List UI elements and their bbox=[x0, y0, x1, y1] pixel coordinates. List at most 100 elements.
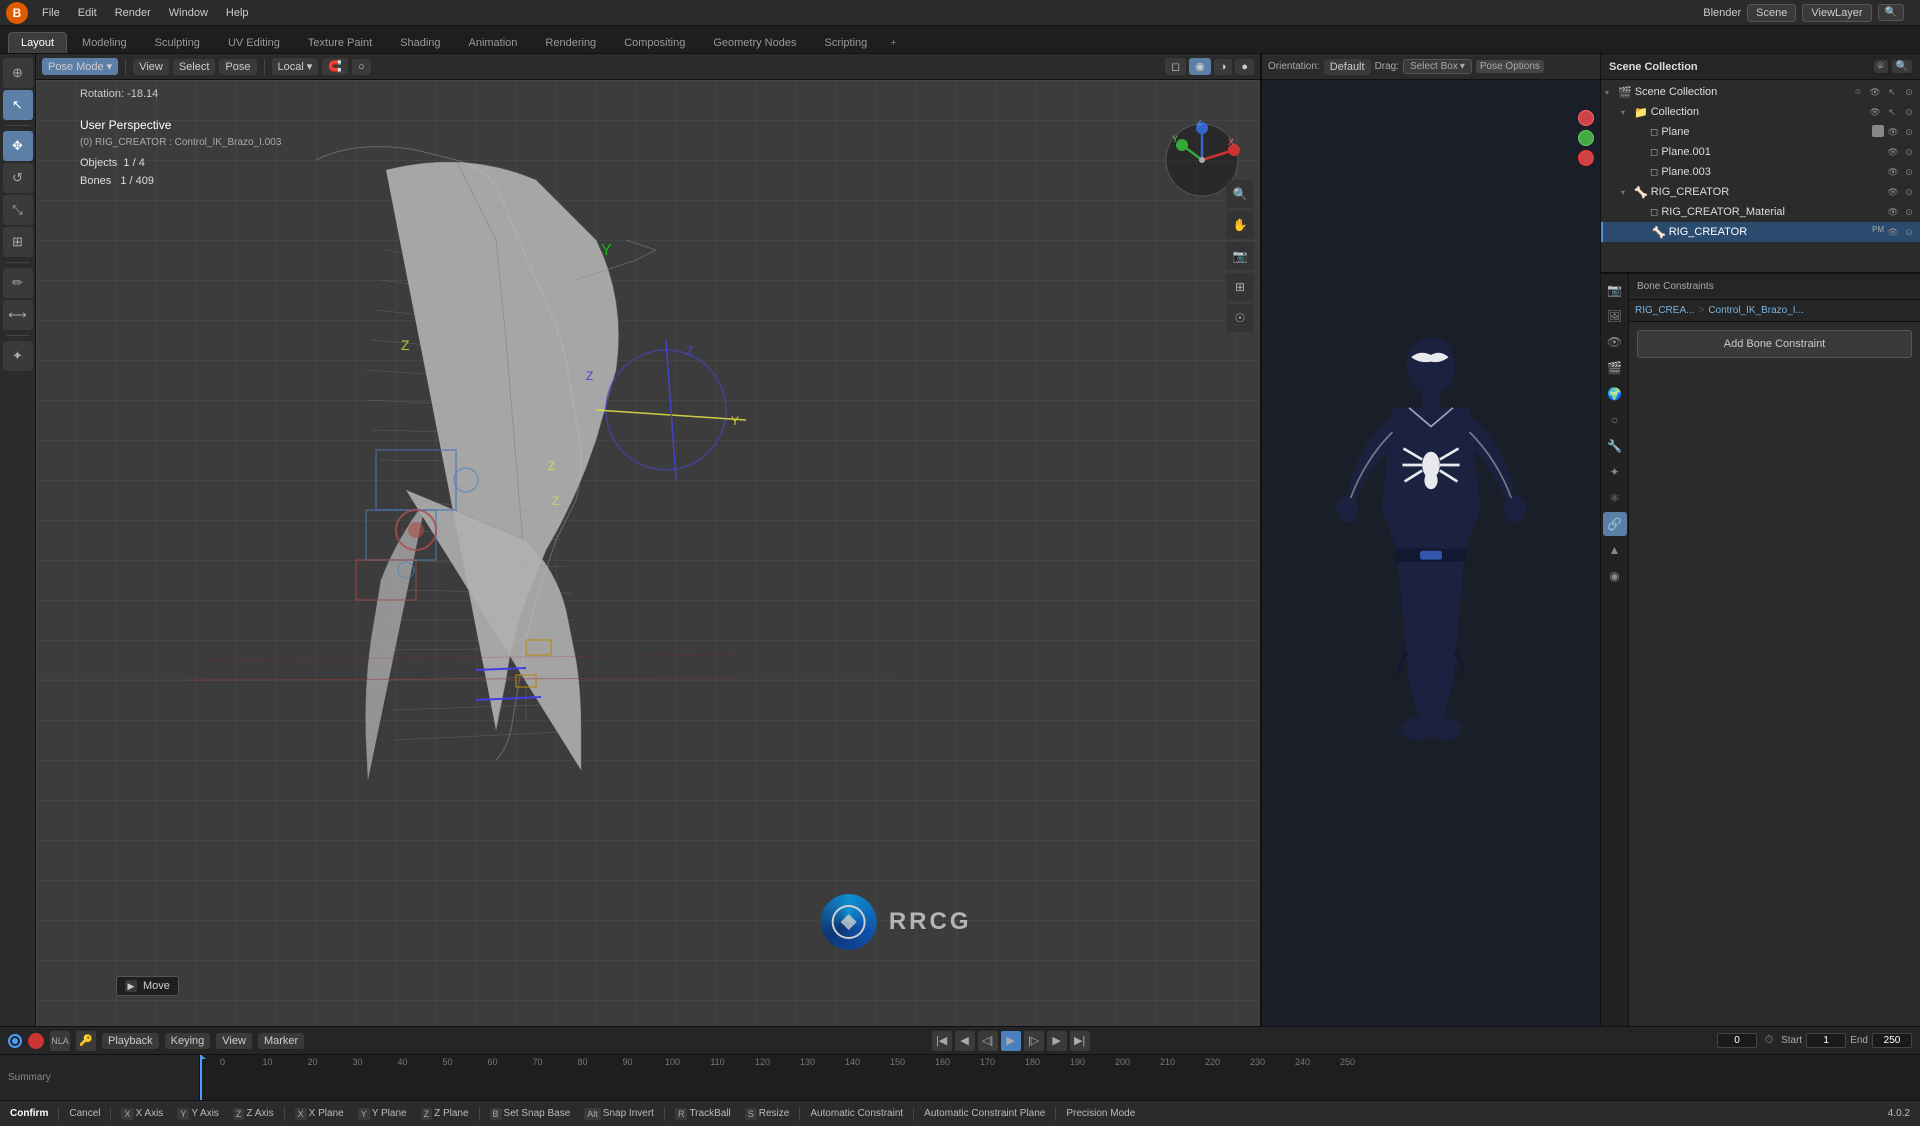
ps-view-icon[interactable]: 👁 bbox=[1603, 330, 1627, 354]
color-dot-green[interactable] bbox=[1578, 130, 1594, 146]
oi-active-eye[interactable]: 👁 bbox=[1886, 225, 1900, 239]
ps-object-icon[interactable]: ○ bbox=[1603, 408, 1627, 432]
tab-compositing[interactable]: Compositing bbox=[611, 32, 698, 53]
transform-tool[interactable]: ⊞ bbox=[3, 227, 33, 257]
oi-rigmat-eye[interactable]: 👁 bbox=[1886, 205, 1900, 219]
sc-item-plane001[interactable]: ▶ ◻ Plane.001 👁 ⊙ bbox=[1601, 142, 1920, 162]
main-viewport[interactable]: Pose Mode ▾ View Select Pose Local ▾ 🧲 ○… bbox=[36, 54, 1260, 1026]
orientation-btn[interactable]: Default bbox=[1324, 59, 1371, 75]
tab-animation[interactable]: Animation bbox=[456, 32, 531, 53]
ortho-btn[interactable]: ⊞ bbox=[1226, 273, 1254, 301]
ps-data-icon[interactable]: ▲ bbox=[1603, 538, 1627, 562]
select-tool[interactable]: ↖ bbox=[3, 90, 33, 120]
add-bone-constraint-btn[interactable]: Add Bone Constraint bbox=[1637, 330, 1912, 358]
menu-window[interactable]: Window bbox=[161, 5, 216, 21]
ps-material-icon[interactable]: ◉ bbox=[1603, 564, 1627, 588]
auto-constraint-item[interactable]: Automatic Constraint bbox=[806, 1107, 907, 1120]
oi-c-eye[interactable]: 👁 bbox=[1868, 105, 1882, 119]
outliner-search[interactable]: 🔍 bbox=[1892, 60, 1912, 73]
tab-layout[interactable]: Layout bbox=[8, 32, 67, 53]
select-menu[interactable]: Select bbox=[173, 59, 216, 75]
add-workspace-tab[interactable]: + bbox=[882, 33, 904, 53]
sc-item-collection[interactable]: ▾ 📁 Collection 👁 ↖ ⊙ bbox=[1601, 102, 1920, 122]
ps-world-icon[interactable]: 🌍 bbox=[1603, 382, 1627, 406]
oi-hide[interactable]: ⊙ bbox=[1902, 85, 1916, 99]
x-plane-item[interactable]: X X Plane bbox=[291, 1107, 348, 1121]
bc-rig[interactable]: RIG_CREA... bbox=[1635, 305, 1694, 316]
ps-scene-icon[interactable]: 🎬 bbox=[1603, 356, 1627, 380]
tab-rendering[interactable]: Rendering bbox=[532, 32, 609, 53]
x-axis-item[interactable]: X X Axis bbox=[117, 1107, 167, 1121]
camera-view-btn[interactable]: 📷 bbox=[1226, 242, 1254, 270]
oi-p003-hide[interactable]: ⊙ bbox=[1902, 165, 1916, 179]
annotate-tool[interactable]: ✏ bbox=[3, 268, 33, 298]
current-frame-input[interactable] bbox=[1717, 1033, 1757, 1048]
oi-p003-eye[interactable]: 👁 bbox=[1886, 165, 1900, 179]
z-plane-item[interactable]: Z Z Plane bbox=[417, 1107, 473, 1121]
marker-menu[interactable]: Marker bbox=[258, 1033, 304, 1049]
ps-modifier-icon[interactable]: 🔧 bbox=[1603, 434, 1627, 458]
local-view-btn[interactable]: ☉ bbox=[1226, 304, 1254, 332]
oi-active-hide[interactable]: ⊙ bbox=[1902, 225, 1916, 239]
oi-p001-hide[interactable]: ⊙ bbox=[1902, 145, 1916, 159]
tab-geometry-nodes[interactable]: Geometry Nodes bbox=[700, 32, 809, 53]
tab-scripting[interactable]: Scripting bbox=[811, 32, 880, 53]
z-axis-item[interactable]: Z Z Axis bbox=[229, 1107, 278, 1121]
playhead[interactable] bbox=[200, 1055, 202, 1100]
oi-rig-eye[interactable]: 👁 bbox=[1886, 185, 1900, 199]
jump-end-btn[interactable]: ▶| bbox=[1070, 1031, 1090, 1051]
pose-menu[interactable]: Pose bbox=[219, 59, 256, 75]
next-key-btn[interactable]: |▷ bbox=[1024, 1031, 1044, 1051]
viewport-canvas[interactable]: Rotation: -18.14 User Perspective (0) RI… bbox=[36, 80, 1260, 1026]
snap-btn[interactable]: 🧲 bbox=[322, 58, 348, 75]
sc-item-scene-collection[interactable]: ▾ 🎬 Scene Collection ⌾ 👁 ↖ ⊙ bbox=[1601, 82, 1920, 102]
cursor-tool[interactable]: ⊕ bbox=[3, 58, 33, 88]
tab-sculpting[interactable]: Sculpting bbox=[142, 32, 213, 53]
record-btn[interactable] bbox=[28, 1033, 44, 1049]
search-btn[interactable]: 🔍 bbox=[1878, 4, 1904, 21]
confirm-btn[interactable]: Confirm bbox=[6, 1107, 52, 1120]
view-menu[interactable]: View bbox=[133, 59, 169, 75]
cancel-btn[interactable]: Cancel bbox=[65, 1107, 104, 1120]
oi-filter[interactable]: ⌾ bbox=[1851, 85, 1865, 99]
oi-plane-hide[interactable]: ⊙ bbox=[1902, 125, 1916, 139]
viewport-shading-solid[interactable]: ◉ bbox=[1189, 58, 1211, 75]
tl-nla-btn[interactable]: NLA bbox=[50, 1031, 70, 1051]
view-menu-tl[interactable]: View bbox=[216, 1033, 252, 1049]
measure-tool[interactable]: ⟷ bbox=[3, 300, 33, 330]
secondary-viewport[interactable]: Orientation: Default Drag: Select Box ▾ … bbox=[1260, 54, 1600, 1026]
sc-item-plane[interactable]: ▶ ◻ Plane 👁 ⊙ bbox=[1601, 122, 1920, 142]
sc-item-rig-creator[interactable]: ▾ 🦴 RIG_CREATOR 👁 ⊙ bbox=[1601, 182, 1920, 202]
menu-edit[interactable]: Edit bbox=[70, 5, 105, 21]
viewlayer-selector[interactable]: ViewLayer bbox=[1802, 4, 1871, 22]
oi-rig-hide[interactable]: ⊙ bbox=[1902, 185, 1916, 199]
oi-rigmat-hide[interactable]: ⊙ bbox=[1902, 205, 1916, 219]
snap-invert-item[interactable]: Alt Snap Invert bbox=[580, 1107, 658, 1121]
ps-render-icon[interactable]: 📷 bbox=[1603, 278, 1627, 302]
next-frame-btn[interactable]: ▶ bbox=[1047, 1031, 1067, 1051]
tab-shading[interactable]: Shading bbox=[387, 32, 453, 53]
ps-constraint-icon[interactable]: 🔗 bbox=[1603, 512, 1627, 536]
prev-frame-btn[interactable]: ◀ bbox=[955, 1031, 975, 1051]
secondary-canvas[interactable] bbox=[1262, 80, 1600, 1026]
sc-item-rig-creator-active[interactable]: ▶ 🦴 RIG_CREATOR PM 👁 ⊙ bbox=[1601, 222, 1920, 242]
y-axis-item[interactable]: Y Y Axis bbox=[173, 1107, 223, 1121]
color-dot-red[interactable] bbox=[1578, 110, 1594, 126]
menu-help[interactable]: Help bbox=[218, 5, 257, 21]
set-snap-base-item[interactable]: B Set Snap Base bbox=[486, 1107, 575, 1121]
tl-ruler[interactable]: 0 10 20 30 40 50 60 70 80 90 100 110 120… bbox=[200, 1055, 1920, 1100]
menu-file[interactable]: File bbox=[34, 5, 68, 21]
oi-c-sel[interactable]: ↖ bbox=[1885, 105, 1899, 119]
tab-texture-paint[interactable]: Texture Paint bbox=[295, 32, 385, 53]
tab-uv-editing[interactable]: UV Editing bbox=[215, 32, 293, 53]
ps-particles-icon[interactable]: ✦ bbox=[1603, 460, 1627, 484]
start-frame-input[interactable] bbox=[1806, 1033, 1846, 1048]
pose-mode-selector[interactable]: Pose Mode ▾ bbox=[42, 58, 118, 75]
rotate-tool[interactable]: ↺ bbox=[3, 163, 33, 193]
move-tool[interactable]: ✥ bbox=[3, 131, 33, 161]
play-btn[interactable]: ▶ bbox=[1001, 1031, 1021, 1051]
sc-item-plane003[interactable]: ▶ ◻ Plane.003 👁 ⊙ bbox=[1601, 162, 1920, 182]
tab-modeling[interactable]: Modeling bbox=[69, 32, 140, 53]
oi-plane-eye[interactable]: 👁 bbox=[1886, 125, 1900, 139]
viewport-shading-render[interactable]: ● bbox=[1235, 59, 1254, 75]
